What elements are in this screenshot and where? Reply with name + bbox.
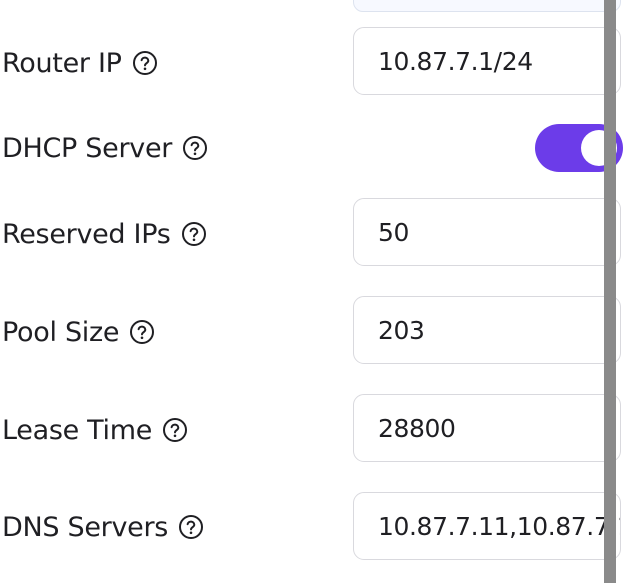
router-ip-input[interactable] <box>378 46 620 76</box>
dns-servers-label: DNS Servers <box>2 507 204 547</box>
help-icon[interactable] <box>182 135 208 161</box>
help-icon[interactable] <box>129 319 155 345</box>
reserved-ips-input[interactable] <box>378 217 620 247</box>
lease-time-field[interactable] <box>353 394 621 462</box>
lease-time-input[interactable] <box>378 413 620 443</box>
dns-servers-field[interactable] <box>353 492 621 560</box>
reserved-ips-label: Reserved IPs <box>2 214 207 254</box>
pool-size-input[interactable] <box>378 315 620 345</box>
dns-servers-input[interactable] <box>378 511 620 541</box>
lease-time-label: Lease Time <box>2 410 188 450</box>
help-icon[interactable] <box>181 221 207 247</box>
dhcp-server-label: DHCP Server <box>2 128 208 168</box>
help-icon[interactable] <box>132 50 158 76</box>
reserved-ips-field[interactable] <box>353 198 621 266</box>
router-ip-field[interactable] <box>353 27 621 95</box>
pool-size-label: Pool Size <box>2 312 155 352</box>
router-ip-label: Router IP <box>2 43 158 83</box>
previous-field-edge[interactable] <box>353 0 621 12</box>
help-icon[interactable] <box>178 514 204 540</box>
scrollbar[interactable] <box>604 0 616 583</box>
pool-size-field[interactable] <box>353 296 621 364</box>
help-icon[interactable] <box>162 417 188 443</box>
